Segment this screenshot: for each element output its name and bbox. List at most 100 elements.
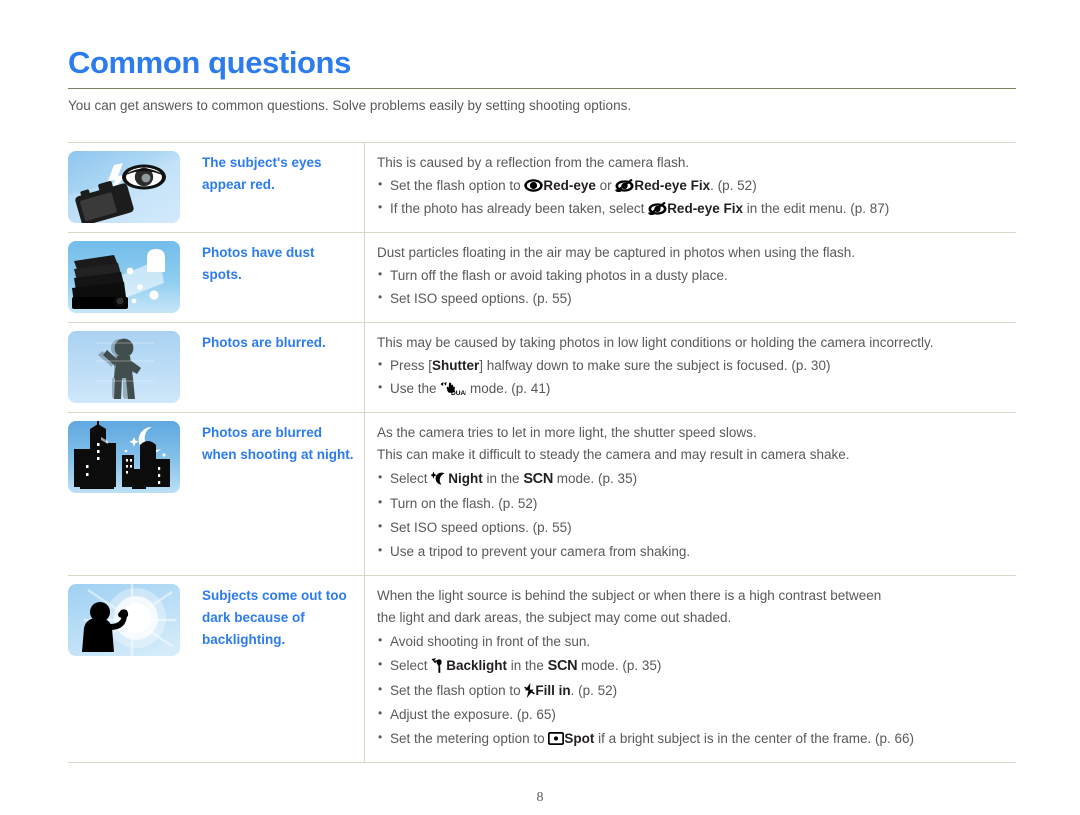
bullet-keyword: Night <box>448 471 483 486</box>
page-number: 8 <box>536 790 544 805</box>
common-questions-table: The subject's eyes appear red. This is c… <box>68 142 1016 763</box>
answer-bullet-list: Turn off the flash or avoid taking photo… <box>377 263 1012 310</box>
page-title: Common questions <box>68 45 351 80</box>
page-header: Common questions <box>68 44 1016 89</box>
red-eye-fix-icon <box>615 179 634 192</box>
bullet-keyword: Shutter <box>432 358 480 373</box>
svg-text:DUAL: DUAL <box>451 390 466 396</box>
answer-cell: This is caused by a reflection from the … <box>365 143 1017 233</box>
question-text: Photos have dust spots. <box>202 245 315 282</box>
answer-lead: This is caused by a reflection from the … <box>377 155 690 170</box>
list-item: Set ISO speed options. (p. 55) <box>377 286 1012 310</box>
bullet-text-part: mode. (p. 41) <box>466 381 551 396</box>
bullet-text-part: mode. (p. 35) <box>577 658 662 673</box>
blurred-person-illustration <box>68 331 180 403</box>
bullet-text-part: or <box>595 178 616 193</box>
list-item: Set ISO speed options. (p. 55) <box>377 515 1012 539</box>
spot-metering-icon <box>548 732 565 745</box>
list-item: Use the DUAL mode. (p. 41) <box>377 376 1012 400</box>
night-mode-icon <box>431 471 448 485</box>
answer-bullet-list: Select Night in the SCN mode. (p. 35) Tu… <box>377 466 1012 563</box>
question-text: Photos are blurred. <box>202 335 326 350</box>
list-item: Set the flash option to Fill in. (p. 52) <box>377 678 1012 702</box>
question-cell: Photos are blurred. <box>194 322 365 413</box>
table-row: Photos are blurred. This may be caused b… <box>68 322 1017 413</box>
document-page: Common questions You can get answers to … <box>0 0 1080 815</box>
question-cell: The subject's eyes appear red. <box>194 142 365 233</box>
bullet-text-part: in the <box>482 471 524 486</box>
fill-in-flash-icon <box>524 683 536 698</box>
bullet-text-part: Set the flash option to <box>390 683 525 698</box>
bullet-text-part: mode. (p. 35) <box>553 471 638 486</box>
table-row: Subjects come out too dark because of ba… <box>68 575 1017 763</box>
bullet-text-part: in the <box>507 658 548 673</box>
answer-cell: When the light source is behind the subj… <box>365 576 1017 763</box>
bullet-text-part: . (p. 52) <box>710 178 757 193</box>
bullet-text-part: . (p. 52) <box>570 683 618 698</box>
backlit-person-sun-illustration <box>68 584 180 656</box>
illustration-cell <box>68 233 194 323</box>
answer-lead-line1: As the camera tries to let in more light… <box>377 425 757 440</box>
illustration-cell <box>68 323 194 413</box>
bullet-text-part: Select <box>390 658 432 673</box>
intro-paragraph: You can get answers to common questions.… <box>68 98 632 113</box>
camera-flash-red-eye-illustration <box>68 151 180 223</box>
scn-mode-label: SCN <box>547 658 578 674</box>
illustration-cell <box>68 143 194 233</box>
list-item: Turn off the flash or avoid taking photo… <box>377 263 1012 287</box>
list-item: Select Night in the SCN mode. (p. 35) <box>377 466 1012 491</box>
table-row: The subject's eyes appear red. This is c… <box>68 142 1017 233</box>
bullet-text-part: in the edit menu. (p. 87) <box>742 201 890 216</box>
answer-lead-line2: the light and dark areas, the subject ma… <box>377 610 732 625</box>
answer-lead: Dust particles floating in the air may b… <box>377 245 856 260</box>
question-cell: Photos have dust spots. <box>194 232 365 323</box>
dual-is-icon: DUAL <box>440 381 466 396</box>
bullet-keyword: Red-eye Fix <box>667 201 743 216</box>
bullet-text-part: Select <box>390 471 432 486</box>
illustration-cell <box>68 413 194 576</box>
bullet-keyword: Backlight <box>446 658 508 673</box>
bullet-text-part: if a bright subject is in the center of … <box>594 731 915 746</box>
red-eye-fix-icon <box>648 202 667 215</box>
backlight-mode-icon <box>431 658 446 673</box>
bullet-text-part: Set the flash option to <box>390 178 525 193</box>
table-row: Photos are blurred when shooting at nigh… <box>68 412 1016 576</box>
title-divider <box>68 88 1016 89</box>
table-row: Photos have dust spots. Dust particles f… <box>68 232 1017 323</box>
night-city-skyline-illustration <box>68 421 180 493</box>
bullet-keyword: Red-eye Fix <box>634 178 711 193</box>
bullet-text-part: If the photo has already been taken, sel… <box>390 201 649 216</box>
list-item: Set the metering option to Spot if a bri… <box>377 726 1012 750</box>
dusty-books-flash-illustration <box>68 241 180 313</box>
answer-bullet-list: Avoid shooting in front of the sun. Sele… <box>377 629 1012 750</box>
list-item: Select Backlight in the SCN mode. (p. 35… <box>377 653 1012 678</box>
illustration-cell <box>68 576 194 763</box>
bullet-text-part: ] halfway down to make sure the subject … <box>479 358 831 373</box>
answer-lead: This may be caused by taking photos in l… <box>377 335 934 350</box>
scn-mode-label: SCN <box>523 471 554 487</box>
question-text: Subjects come out too dark because of ba… <box>202 588 347 647</box>
question-text: Photos are blurred when shooting at nigh… <box>202 425 354 462</box>
answer-bullet-list: Set the flash option to Red-eye or Red-e… <box>377 173 1012 220</box>
answer-cell: This may be caused by taking photos in l… <box>365 323 1017 413</box>
list-item: Use a tripod to prevent your camera from… <box>377 539 1012 563</box>
bullet-text-part: Use the <box>390 381 441 396</box>
bullet-text-part: Set the metering option to <box>390 731 549 746</box>
list-item: If the photo has already been taken, sel… <box>377 196 1012 220</box>
list-item: Turn on the flash. (p. 52) <box>377 491 1012 515</box>
answer-lead-line1: When the light source is behind the subj… <box>377 588 882 603</box>
list-item: Avoid shooting in front of the sun. <box>377 629 1012 653</box>
answer-bullet-list: Press [Shutter] halfway down to make sur… <box>377 353 1012 400</box>
question-cell: Photos are blurred when shooting at nigh… <box>194 412 365 576</box>
bullet-keyword: Spot <box>564 731 595 746</box>
answer-cell: Dust particles floating in the air may b… <box>365 233 1017 323</box>
red-eye-icon <box>524 179 544 192</box>
list-item: Press [Shutter] halfway down to make sur… <box>377 353 1012 377</box>
question-cell: Subjects come out too dark because of ba… <box>194 575 365 763</box>
answer-lead-line2: This can make it difficult to steady the… <box>377 447 850 462</box>
bullet-keyword: Fill in <box>535 683 571 698</box>
bullet-keyword: Red-eye <box>543 178 596 193</box>
bullet-text-part: Press [ <box>390 358 433 373</box>
list-item: Set the flash option to Red-eye or Red-e… <box>377 173 1012 197</box>
list-item: Adjust the exposure. (p. 65) <box>377 702 1012 726</box>
